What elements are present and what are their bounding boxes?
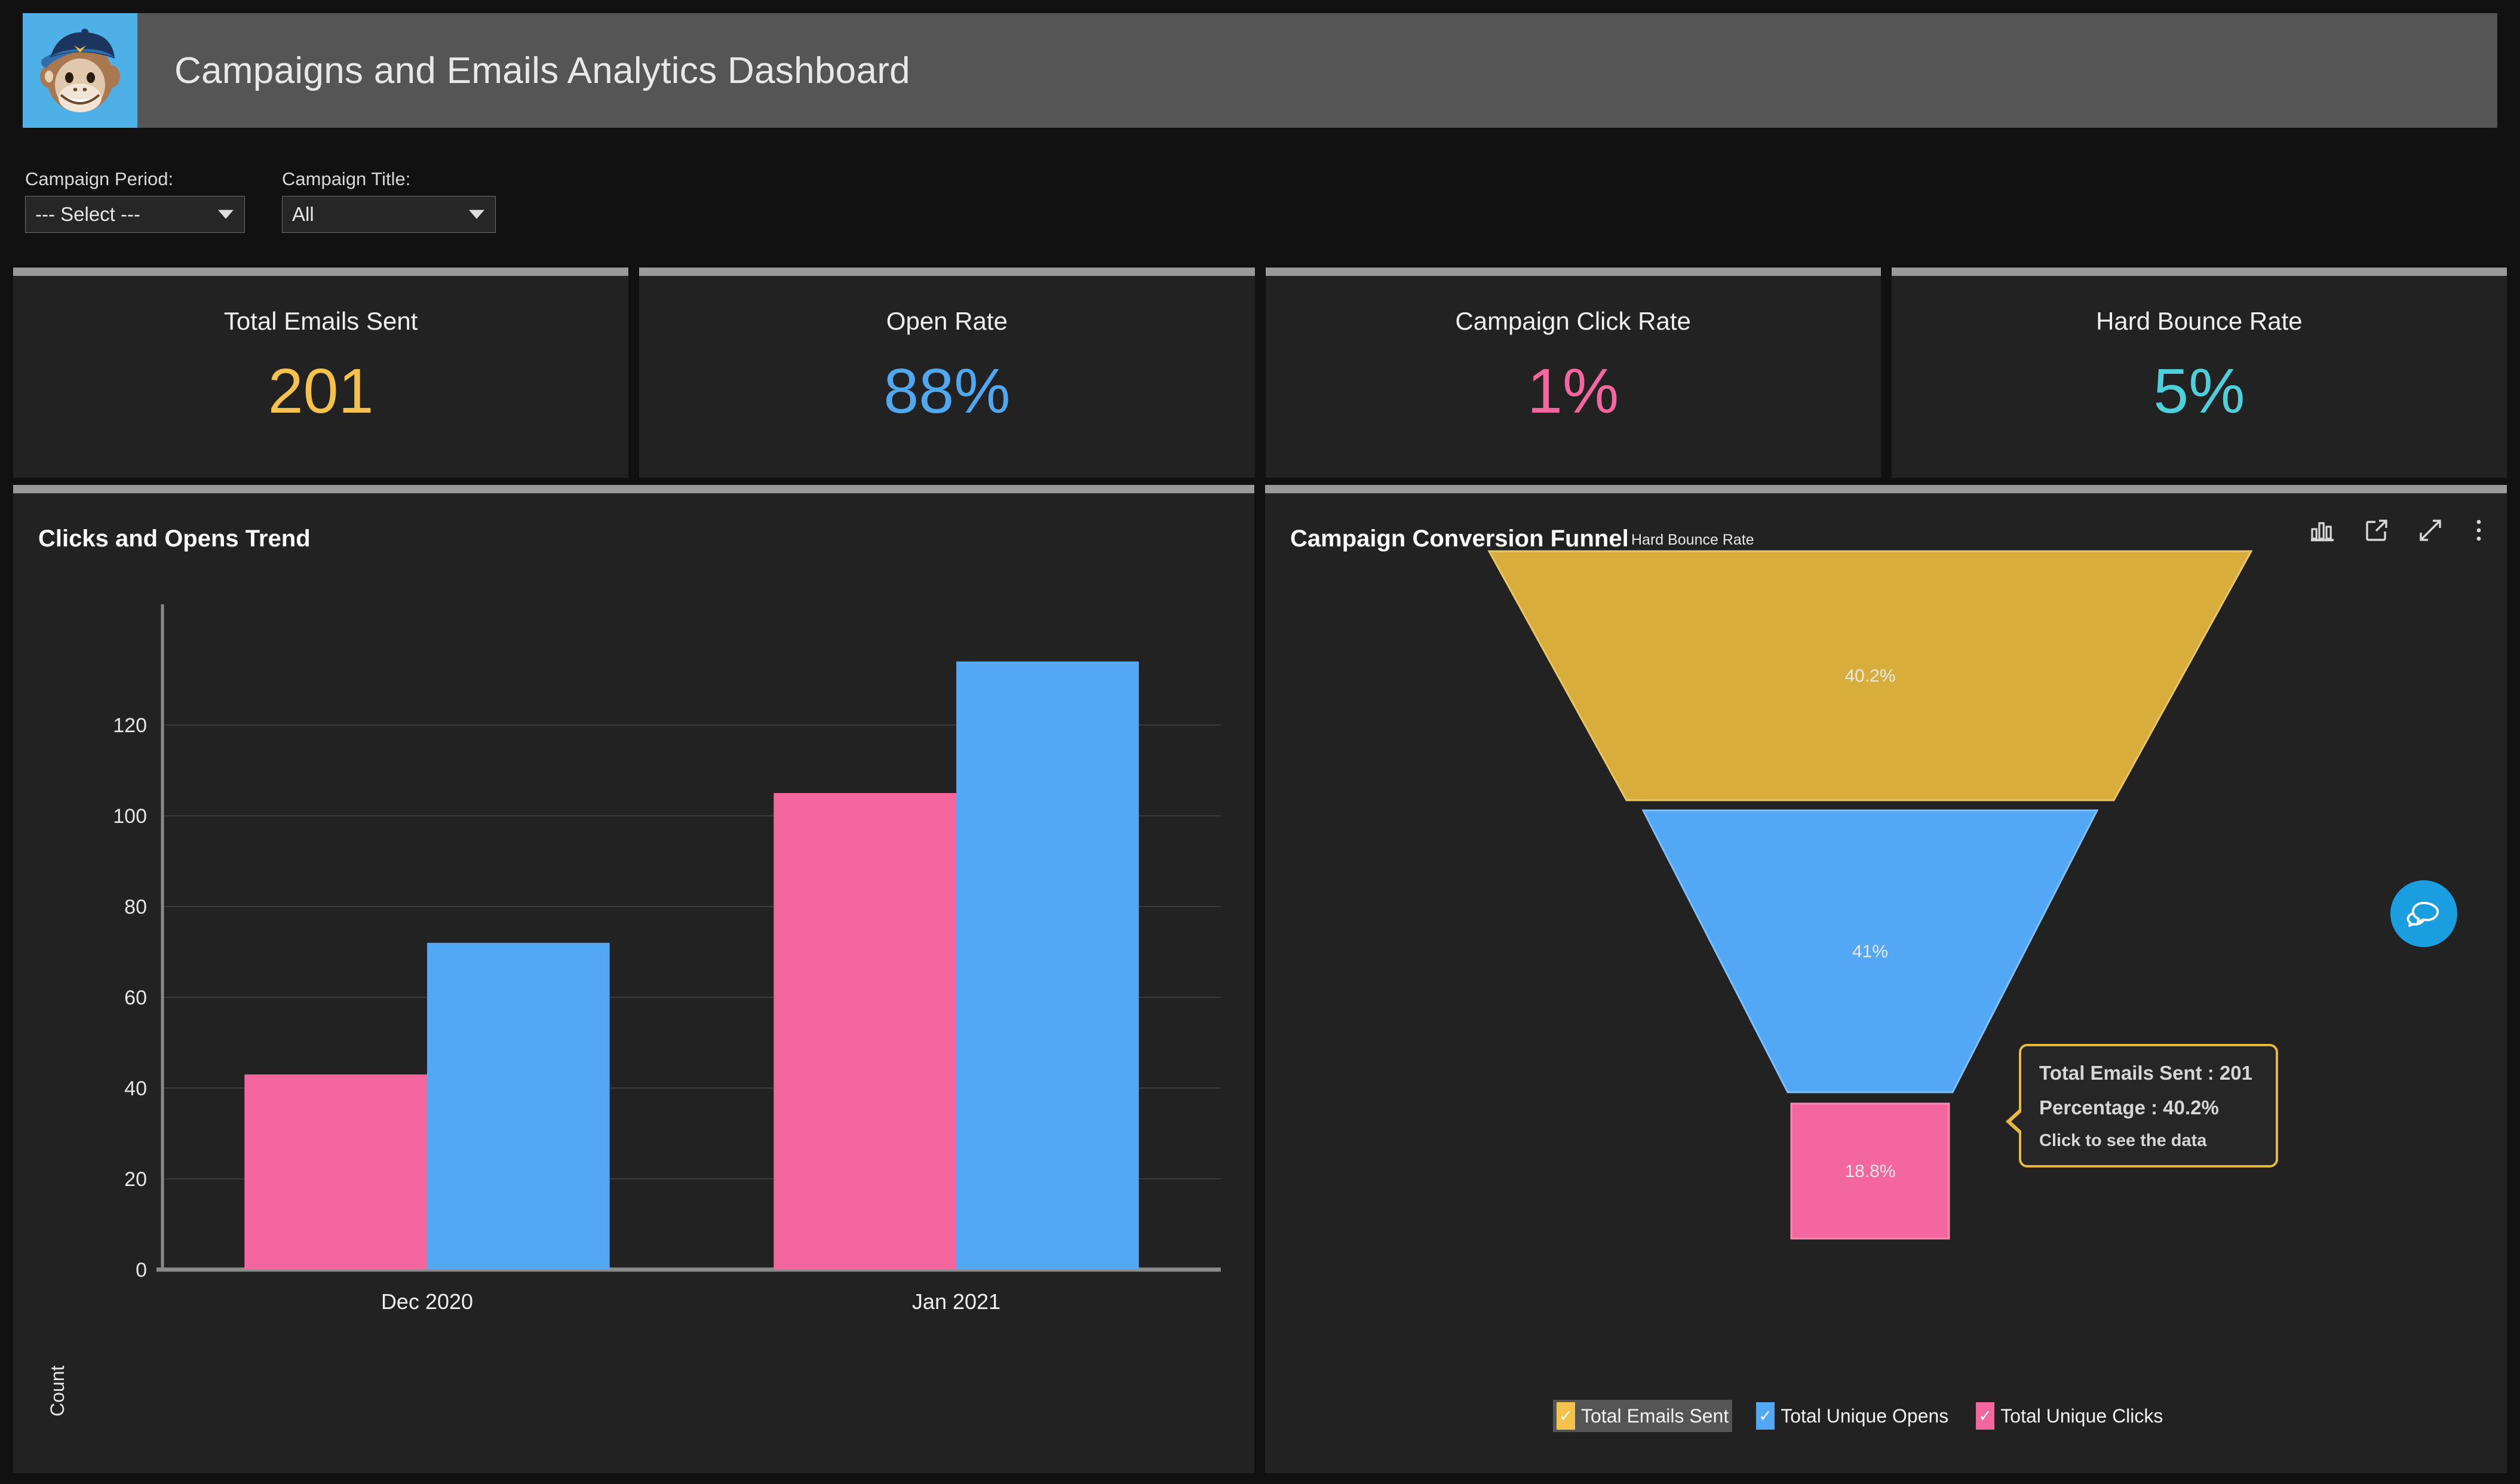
kpi-value: 88% — [883, 356, 1011, 426]
tooltip-arrow-inner — [2011, 1108, 2025, 1135]
legend-item-total-unique-opens[interactable]: ✓ Total Unique Opens — [1752, 1400, 1952, 1432]
tooltip-total-emails-sent: Total Emails Sent : 201 — [2039, 1062, 2253, 1084]
legend-item-total-emails-sent[interactable]: ✓ Total Emails Sent — [1553, 1400, 1733, 1432]
page-title: Campaigns and Emails Analytics Dashboard — [174, 50, 910, 91]
card-accent-bar — [1265, 268, 1881, 276]
legend-label: Total Emails Sent — [1581, 1405, 1729, 1427]
svg-text:60: 60 — [124, 987, 147, 1009]
card-accent-bar — [1891, 268, 2507, 276]
bar-chart-y-axis-label: Count — [47, 1365, 68, 1417]
panels-row: Clicks and Opens Trend 0 20 40 60 80 100 120 De… — [13, 485, 2507, 1473]
svg-text:Jan 2021: Jan 2021 — [912, 1289, 1000, 1314]
kpi-card-total-emails-sent[interactable]: Total Emails Sent 201 — [13, 268, 629, 478]
kpi-card-hard-bounce-rate[interactable]: Hard Bounce Rate 5% — [1891, 268, 2507, 478]
campaign-title-select[interactable]: All — [282, 196, 496, 233]
svg-text:18.8%: 18.8% — [1844, 1162, 1895, 1181]
svg-text:80: 80 — [124, 896, 147, 918]
legend-swatch: ✓ — [1557, 1402, 1575, 1430]
campaign-period-select[interactable]: --- Select --- — [25, 196, 245, 233]
legend-label: Total Unique Opens — [1781, 1405, 1949, 1427]
panel-clicks-and-opens-trend: Clicks and Opens Trend 0 20 40 60 80 100 120 De… — [13, 485, 1254, 1473]
chevron-down-icon — [469, 210, 484, 219]
kpi-value: 5% — [2153, 356, 2245, 426]
card-accent-bar — [639, 268, 1255, 276]
app-header: Campaigns and Emails Analytics Dashboard — [23, 13, 2497, 128]
svg-text:20: 20 — [124, 1168, 147, 1191]
filter-bar: Campaign Period: --- Select --- Campaign… — [25, 168, 496, 233]
tooltip-percentage: Percentage : 40.2% — [2039, 1096, 2219, 1119]
svg-text:Dec 2020: Dec 2020 — [381, 1289, 473, 1314]
legend-swatch: ✓ — [1756, 1402, 1775, 1430]
kpi-title: Total Emails Sent — [223, 307, 418, 335]
kpi-value: 1% — [1527, 356, 1619, 426]
svg-text:40.2%: 40.2% — [1844, 666, 1895, 686]
svg-text:120: 120 — [113, 714, 147, 737]
tooltip-hint: Click to see the data — [2039, 1131, 2207, 1150]
svg-text:41%: 41% — [1852, 942, 1888, 961]
campaign-title-label: Campaign Title: — [282, 168, 411, 189]
chat-support-icon[interactable] — [2390, 880, 2457, 947]
clicks-opens-bar-chart[interactable]: 0 20 40 60 80 100 120 Dec 2020 Jan 2021 — [13, 485, 1254, 1473]
chevron-down-icon — [218, 210, 234, 219]
mailchimp-monkey-icon — [23, 13, 137, 128]
kpi-title: Campaign Click Rate — [1455, 307, 1691, 335]
funnel-tooltip: Total Emails Sent : 201 Percentage : 40.… — [2006, 1044, 2278, 1167]
legend-item-total-unique-clicks[interactable]: ✓ Total Unique Clicks — [1972, 1400, 2166, 1432]
kpi-card-open-rate[interactable]: Open Rate 88% — [639, 268, 1255, 478]
campaign-title-value: All — [292, 203, 314, 225]
kpi-card-campaign-click-rate[interactable]: Campaign Click Rate 1% — [1265, 268, 1881, 478]
legend-label: Total Unique Clicks — [2000, 1405, 2163, 1427]
kpi-title: Hard Bounce Rate — [2096, 307, 2303, 335]
svg-text:100: 100 — [113, 805, 147, 828]
campaign-period-label: Campaign Period: — [25, 168, 174, 189]
panel-campaign-conversion-funnel: Campaign Conversion Funnel Hard Bounce R… — [1265, 485, 2507, 1473]
svg-text:0: 0 — [136, 1259, 147, 1282]
filter-campaign-period: Campaign Period: --- Select --- — [25, 168, 245, 233]
campaign-period-value: --- Select --- — [35, 203, 140, 225]
card-accent-bar — [13, 268, 629, 276]
campaign-conversion-funnel-chart[interactable]: 40.2% 41% 18.8% — [1265, 485, 2507, 1473]
legend-swatch: ✓ — [1976, 1402, 1995, 1430]
kpi-value: 201 — [268, 356, 374, 426]
funnel-chart-legend: ✓ Total Emails Sent ✓ Total Unique Opens… — [1553, 1400, 2166, 1432]
filter-campaign-title: Campaign Title: All — [282, 168, 496, 233]
svg-text:40: 40 — [124, 1077, 147, 1100]
kpi-row: Total Emails Sent 201 Open Rate 88% Camp… — [13, 268, 2507, 478]
kpi-title: Open Rate — [886, 307, 1008, 335]
